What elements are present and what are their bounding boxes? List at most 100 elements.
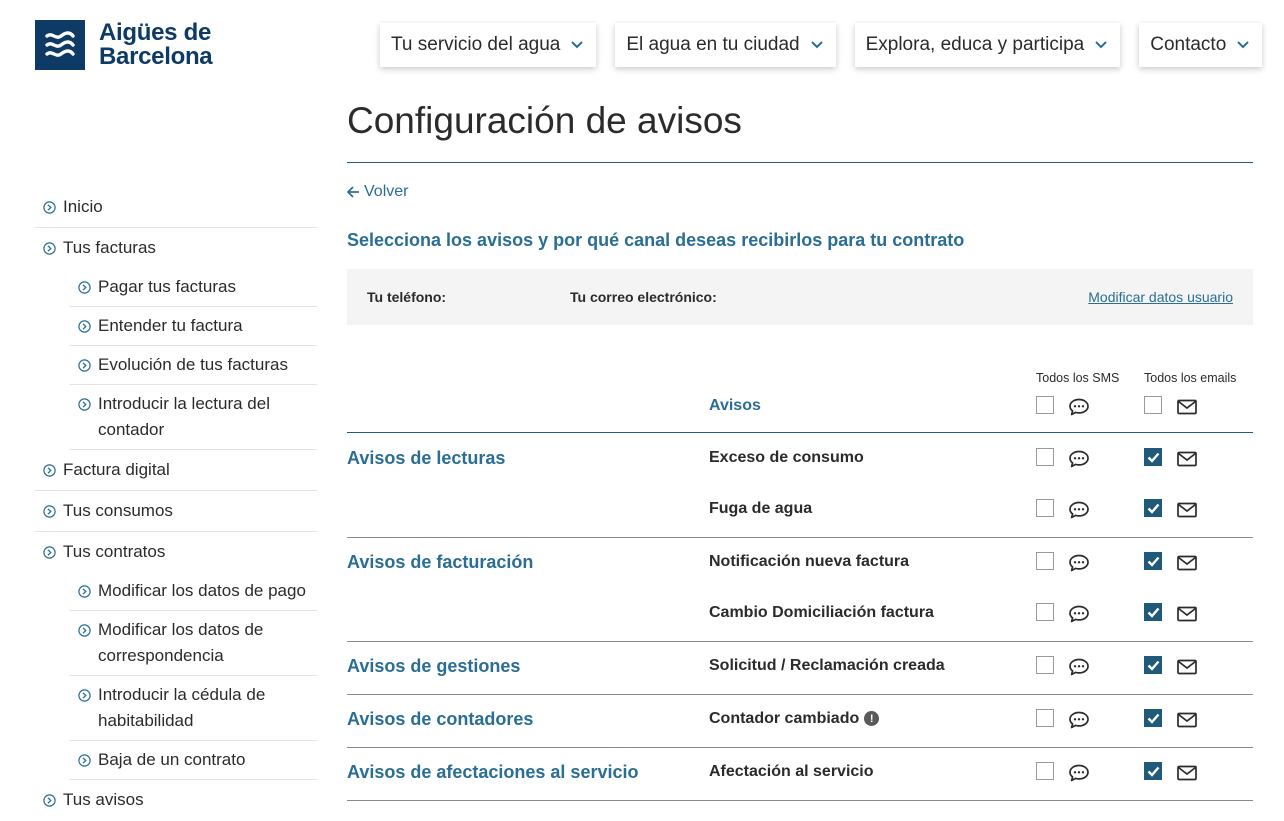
avisos-header-label: Avisos [709,397,761,414]
envelope-icon [1176,554,1198,577]
chevron-down-icon [571,41,584,49]
alert-row-label: Notificación nueva factura [709,553,909,571]
alert-name-text: Notificación nueva factura [709,552,910,570]
envelope-icon [1176,398,1198,421]
circle-chevron-right-icon [43,505,56,518]
alert-group-title: Avisos de contadores [347,709,534,729]
alert-group-title: Avisos de afectaciones al servicio [347,762,639,782]
circle-chevron-right-icon [78,281,91,294]
alert-group-title: Avisos de facturación [347,552,534,572]
envelope-icon [1176,450,1198,473]
nav-label: Contacto [1150,34,1227,55]
circle-chevron-right-icon [43,201,56,214]
title-divider [347,162,1253,163]
sidebar-item-label: Introducir la cédula de habitabilidad [98,685,266,730]
sms-checkbox[interactable] [1036,603,1054,621]
sms-checkbox[interactable] [1036,499,1054,517]
alert-row-label: Cambio Domiciliación factura [709,604,934,622]
email-checkbox[interactable] [1144,499,1162,517]
checkmark-icon [1147,503,1160,514]
sidebar-item[interactable]: Baja de un contrato [70,741,317,780]
sidebar-item[interactable]: Evolución de tus facturas [70,346,317,385]
sidebar-item-label: Entender tu factura [98,316,243,335]
group-divider [347,694,1253,695]
alert-name-text: Afectación al servicio [709,762,874,780]
sidebar-item[interactable]: Entender tu factura [70,307,317,346]
email-checkbox[interactable] [1144,708,1162,727]
section-subtitle: Selecciona los avisos y por qué canal de… [347,230,965,250]
sms-checkbox[interactable] [1036,708,1054,727]
checkmark-icon [1147,452,1160,463]
nav-contacto[interactable]: Contacto [1139,23,1263,67]
sidebar-item[interactable]: Modificar los datos de correspondencia [70,611,317,676]
modify-user-data-link[interactable]: Modificar datos usuario [1088,289,1233,305]
sms-checkbox[interactable] [1036,551,1054,570]
sidebar-item[interactable]: Tus avisos [35,780,317,820]
sms-checkbox[interactable] [1036,447,1054,466]
group-divider [347,537,1253,538]
sidebar-item-label: Evolución de tus facturas [98,355,288,374]
alert-name-text: Cambio Domiciliación factura [709,604,934,621]
alert-row-label: Fuga de agua [709,500,812,518]
brand-logo[interactable]: Aigües de Barcelona [35,20,213,70]
brand-name: Aigües de Barcelona [99,21,213,69]
circle-chevron-right-icon [78,359,91,372]
sidebar-item-label: Modificar los datos de correspondencia [98,620,264,665]
sms-chat-icon [1068,397,1090,422]
info-icon[interactable]: ! [864,711,880,726]
nav-el-agua-en-tu-ciudad[interactable]: El agua en tu ciudad [615,23,836,67]
sidebar-item-label: Introducir la lectura del contador [98,394,270,439]
alert-row-label: Solicitud / Reclamación creada [709,657,945,675]
back-link-label: Volver [364,183,409,200]
table-header-divider [347,432,1253,433]
sidebar-item[interactable]: Tus contratos [35,532,317,572]
checkmark-icon [1147,556,1160,567]
sidebar-item[interactable]: Tus facturas [35,228,317,268]
email-checkbox[interactable] [1144,603,1162,621]
all-sms-column-header: Todos los SMS [1036,371,1120,385]
sidebar-item[interactable]: Pagar tus facturas [70,268,317,307]
back-link[interactable]: Volver [347,183,408,201]
sidebar-item-label: Tus avisos [63,790,144,809]
alert-row-label: Contador cambiado! [709,710,880,728]
sms-checkbox[interactable] [1036,655,1054,674]
chevron-down-icon [1237,41,1249,49]
email-checkbox[interactable] [1144,551,1162,570]
sidebar-item[interactable]: Modificar los datos de pago [70,572,317,611]
sidebar-item-label: Factura digital [63,460,170,479]
circle-chevron-right-icon [43,794,56,807]
all-emails-checkbox[interactable] [1144,396,1162,414]
sidebar-item[interactable]: Introducir la cédula de habitabilidad [70,676,317,741]
envelope-icon [1176,605,1198,628]
checkmark-icon [1147,766,1160,777]
circle-chevron-right-icon [78,689,91,702]
sidebar-item-label: Tus facturas [63,238,156,257]
circle-chevron-right-icon [43,242,56,255]
sidebar-item[interactable]: Introducir la lectura del contador [70,385,317,450]
email-checkbox[interactable] [1144,655,1162,674]
all-sms-checkbox[interactable] [1036,396,1054,414]
nav-label: El agua en tu ciudad [626,34,800,55]
sms-chat-icon [1068,449,1090,474]
alert-name-text: Solicitud / Reclamación creada [709,656,945,674]
sidebar-item[interactable]: Factura digital [35,450,317,491]
top-navigation: Tu servicio del agua El agua en tu ciuda… [380,23,1263,67]
circle-chevron-right-icon [78,320,91,333]
nav-label: Explora, educa y participa [865,34,1085,55]
nav-explora-educa-participa[interactable]: Explora, educa y participa [854,23,1121,67]
waves-logo-icon [35,20,85,70]
alert-group-title: Avisos de lecturas [347,448,506,468]
checkmark-icon [1147,713,1160,724]
checkmark-icon [1147,660,1160,671]
sidebar-item-label: Inicio [63,197,103,216]
sidebar-item[interactable]: Inicio [35,187,317,228]
sidebar-navigation: Inicio Tus facturas Pagar tus facturas Ente… [35,187,317,820]
sidebar-item-label: Tus contratos [63,542,166,561]
circle-chevron-right-icon [43,464,56,477]
sidebar-item[interactable]: Tus consumos [35,491,317,532]
email-checkbox[interactable] [1144,447,1162,466]
sidebar-item-label: Pagar tus facturas [98,277,236,296]
sms-checkbox[interactable] [1036,761,1054,780]
nav-tu-servicio-del-agua[interactable]: Tu servicio del agua [380,23,597,67]
email-checkbox[interactable] [1144,761,1162,780]
